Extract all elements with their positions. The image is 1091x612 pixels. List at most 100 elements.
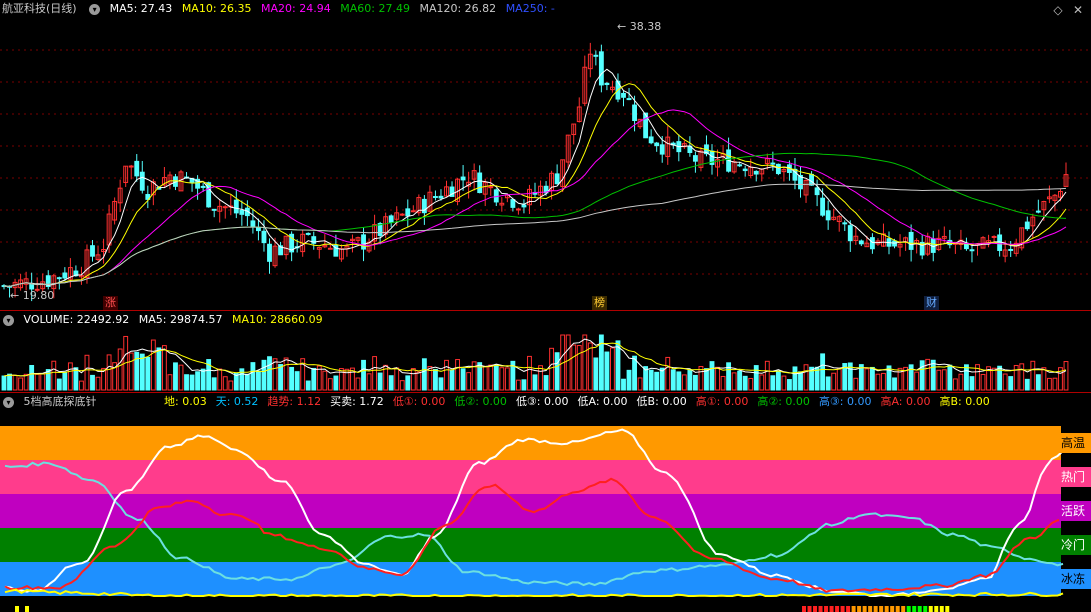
candle-body <box>222 206 228 209</box>
volume-bar <box>106 354 112 391</box>
indicator-header: ▾ 5档高底探底针 地: 0.03 天: 0.52 趋势: 1.12 买卖: 1.72… <box>0 393 1091 411</box>
limit-up-marker[interactable]: 涨 <box>103 296 118 310</box>
price-chart[interactable]: ← 38.38 ← 19.80 <box>0 18 1091 310</box>
price-header: 航亚科技(日线) ▾ MA5: 27.43 MA10: 26.35 MA20: … <box>0 0 1091 18</box>
diamond-icon[interactable]: ◇ <box>1051 3 1065 17</box>
volume-bar <box>715 366 720 391</box>
volume-bar <box>150 339 156 391</box>
finance-marker[interactable]: 财 <box>924 296 939 310</box>
volume-bar <box>527 355 532 391</box>
indicator-value-4: 低①: 0.00 <box>392 395 446 408</box>
volume-bar <box>803 364 809 391</box>
volume-bar <box>881 372 886 391</box>
volume-bar <box>1008 376 1014 391</box>
signal-tick <box>901 606 906 612</box>
volume-bar <box>7 373 12 391</box>
chevron-down-icon[interactable]: ▾ <box>89 3 101 15</box>
list-marker[interactable]: 榜 <box>592 296 607 310</box>
candle-body <box>267 243 272 262</box>
candle-body <box>250 220 256 228</box>
volume-bar <box>466 372 472 391</box>
volume-bar <box>1052 377 1058 391</box>
ma10-label: MA10: 26.35 <box>181 2 252 15</box>
volume-bar <box>217 368 223 391</box>
volume-bar <box>488 364 494 391</box>
volume-bar <box>637 377 643 391</box>
signal-tick <box>813 606 818 612</box>
volume-bar <box>864 368 870 391</box>
chevron-down-icon[interactable]: ▾ <box>3 396 14 408</box>
volume-bar <box>787 379 792 391</box>
volume-bar <box>79 380 84 391</box>
signal-tick <box>25 606 29 612</box>
volume-bar <box>62 372 68 391</box>
volume-bar <box>399 380 405 391</box>
volume-bar <box>593 357 599 391</box>
candle-body <box>737 164 743 167</box>
indicator-value-3: 买卖: 1.72 <box>330 395 384 408</box>
volume-bar <box>145 356 151 391</box>
volume-bar <box>681 374 687 391</box>
volume-bar <box>167 374 173 391</box>
signal-tick <box>917 606 922 612</box>
candle-body <box>90 245 95 257</box>
volume-bar <box>416 371 422 391</box>
volume-header: ▾ VOLUME: 22492.92 MA5: 29874.57 MA10: 2… <box>0 311 1091 329</box>
volume-bar <box>261 359 267 391</box>
indicator-value-10: 高②: 0.00 <box>757 395 810 408</box>
volume-bar <box>770 375 776 391</box>
volume-bar <box>969 376 975 391</box>
signal-tick <box>818 606 823 612</box>
signal-tick <box>884 606 889 612</box>
zone-label-1: 热门 <box>1059 467 1091 487</box>
candle-body <box>654 142 660 147</box>
indicator-value-11: 高③: 0.00 <box>818 395 872 408</box>
signal-tick <box>829 606 834 612</box>
indicator-value-7: 低A: 0.00 <box>577 395 628 408</box>
signal-tick <box>846 606 851 612</box>
zone-label-3: 冷门 <box>1059 535 1091 555</box>
volume-bar <box>128 352 134 391</box>
volume-bar <box>521 379 527 391</box>
vol-ma10-line <box>3 342 1067 377</box>
volume-bar <box>798 371 803 391</box>
ma5-label: MA5: 27.43 <box>109 2 173 15</box>
signal-tick <box>939 606 944 612</box>
indicator-chart[interactable] <box>0 411 1091 612</box>
chevron-down-icon[interactable]: ▾ <box>3 314 14 326</box>
volume-bar <box>18 377 24 391</box>
volume-bar <box>820 353 826 391</box>
volume-bar <box>355 377 361 391</box>
candle-body <box>56 277 62 280</box>
candle-body <box>858 240 864 245</box>
volume-bar <box>964 364 969 391</box>
volume-bar <box>95 376 101 391</box>
volume-bar <box>34 373 40 391</box>
volume-bar <box>84 354 90 391</box>
candle-body <box>809 173 814 186</box>
volume-bar <box>726 362 732 391</box>
volume-bar <box>737 370 743 391</box>
volume-label: VOLUME: 22492.92 <box>23 313 130 326</box>
signal-tick <box>890 606 895 612</box>
volume-chart[interactable] <box>0 329 1091 392</box>
candle-body <box>405 208 411 217</box>
candle-body <box>997 234 1003 251</box>
chart-title: 航亚科技(日线) <box>2 2 77 15</box>
ma120-label: MA120: 26.82 <box>419 2 497 15</box>
indicator-value-2: 趋势: 1.12 <box>267 395 322 408</box>
zone-label-0: 高温 <box>1059 433 1091 453</box>
candle-body <box>305 232 311 235</box>
volume-bar <box>869 366 875 391</box>
candle-body <box>593 54 599 57</box>
volume-bar <box>709 361 715 391</box>
signal-tick <box>824 606 829 612</box>
volume-bar <box>410 368 416 391</box>
low-price-label: ← 19.80 <box>10 289 54 302</box>
volume-bar <box>582 334 588 391</box>
signal-tick <box>945 606 950 612</box>
candle-body <box>139 171 145 191</box>
close-icon[interactable]: ✕ <box>1071 3 1085 17</box>
volume-bar <box>67 362 73 391</box>
candle-body <box>128 165 134 168</box>
